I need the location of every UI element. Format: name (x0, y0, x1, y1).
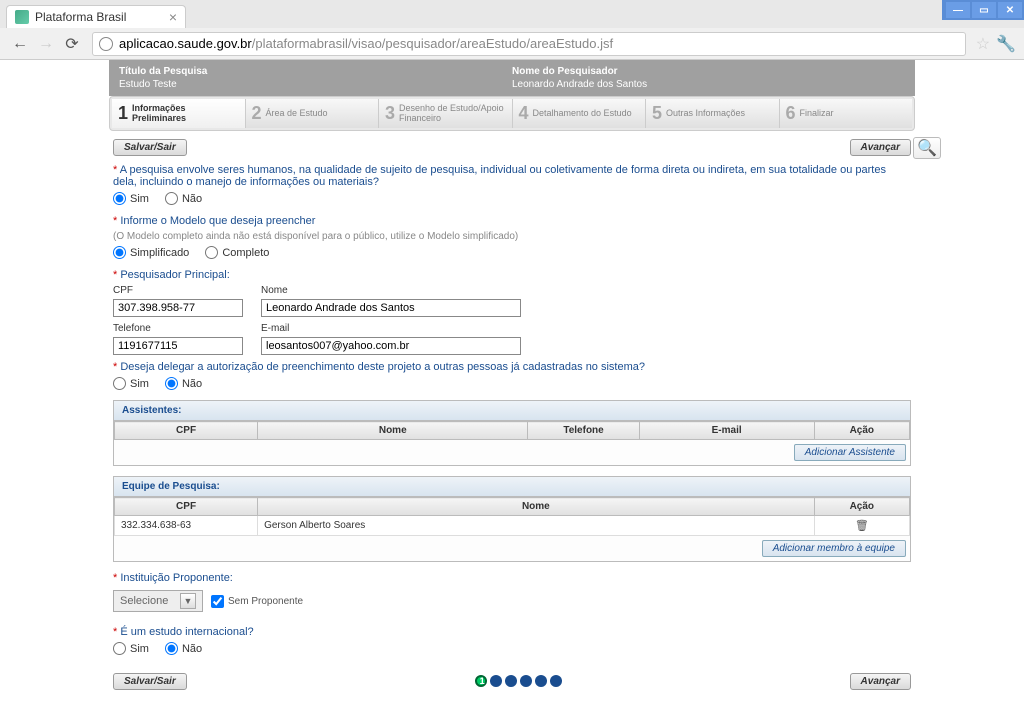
delete-icon[interactable]: 🗑 (855, 520, 869, 532)
chevron-down-icon: ▼ (180, 593, 196, 609)
research-header: Título da Pesquisa Estudo Teste Nome do … (109, 60, 915, 96)
forward-button[interactable]: → (34, 32, 58, 56)
add-assistente-button[interactable]: Adicionar Assistente (794, 444, 906, 461)
tab-bar: Plataforma Brasil × (0, 0, 1024, 28)
assistentes-title: Assistentes: (114, 401, 910, 421)
pager-dot-4[interactable] (520, 675, 532, 687)
col-tel: Telefone (528, 422, 639, 440)
favicon-icon (15, 10, 29, 24)
cpf-input[interactable] (113, 299, 243, 317)
nome-label: Nome (261, 285, 521, 296)
telefone-input[interactable] (113, 337, 243, 355)
titulo-label: Título da Pesquisa (119, 66, 512, 77)
back-button[interactable]: ← (8, 32, 32, 56)
q1-label: * A pesquisa envolve seres humanos, na q… (113, 164, 911, 188)
avancar-button-bottom[interactable]: Avançar (850, 673, 911, 690)
wizard-step-1[interactable]: 1Informações Preliminares (112, 99, 246, 128)
url-input[interactable]: aplicacao.saude.gov.br/plataformabrasil/… (92, 32, 966, 56)
wizard-steps: 1Informações Preliminares 2Área de Estud… (109, 96, 915, 131)
equipe-title: Equipe de Pesquisa: (114, 477, 910, 497)
pager-dot-1[interactable]: 1 (475, 675, 487, 687)
eq-col-acao: Ação (814, 498, 909, 516)
pager-dot-5[interactable] (535, 675, 547, 687)
eq-col-nome: Nome (258, 498, 815, 516)
pesquisador-principal-label: * Pesquisador Principal: (113, 269, 911, 281)
wizard-step-5[interactable]: 5Outras Informações (646, 99, 780, 128)
internacional-label: * É um estudo internacional? (113, 626, 911, 638)
col-email: E-mail (639, 422, 814, 440)
bookmark-icon[interactable]: ☆ (976, 34, 990, 54)
pager-dot-3[interactable] (505, 675, 517, 687)
avancar-button-top[interactable]: Avançar (850, 139, 911, 156)
wizard-step-3[interactable]: 3Desenho de Estudo/Apoio Financeiro (379, 99, 513, 128)
tab-title: Plataforma Brasil (35, 10, 126, 24)
eq-col-cpf: CPF (115, 498, 258, 516)
email-label: E-mail (261, 323, 521, 334)
tab-close-icon[interactable]: × (169, 9, 177, 25)
equipe-panel: Equipe de Pesquisa: CPF Nome Ação 332.33… (113, 476, 911, 562)
col-nome: Nome (258, 422, 528, 440)
address-bar: ← → ⟳ aplicacao.saude.gov.br/plataformab… (0, 28, 1024, 60)
nome-input[interactable] (261, 299, 521, 317)
instituicao-select[interactable]: Selecione▼ (113, 590, 203, 612)
pager-dot-6[interactable] (550, 675, 562, 687)
table-row: 332.334.638-63 Gerson Alberto Soares 🗑 (115, 516, 910, 536)
col-acao: Ação (814, 422, 909, 440)
delegar-nao-radio[interactable]: Não (165, 377, 202, 390)
assistentes-panel: Assistentes: CPF Nome Telefone E-mail Aç… (113, 400, 911, 466)
browser-tab[interactable]: Plataforma Brasil × (6, 5, 186, 28)
eq-cpf: 332.334.638-63 (115, 516, 258, 536)
maximize-button[interactable]: ▭ (972, 2, 996, 18)
q1-sim-radio[interactable]: Sim (113, 192, 149, 205)
sem-proponente-checkbox[interactable]: Sem Proponente (211, 595, 303, 608)
assistentes-table: CPF Nome Telefone E-mail Ação (114, 421, 910, 440)
delegar-label: * Deseja delegar a autorização de preenc… (113, 361, 911, 373)
wizard-step-2[interactable]: 2Área de Estudo (246, 99, 380, 128)
close-button[interactable]: ✕ (998, 2, 1022, 18)
settings-wrench-icon[interactable]: 🔧 (996, 34, 1016, 54)
step-pager: 1 (475, 675, 562, 687)
window-controls: — ▭ ✕ (942, 0, 1024, 20)
pager-dot-2[interactable] (490, 675, 502, 687)
titulo-value: Estudo Teste (119, 79, 512, 90)
delegar-sim-radio[interactable]: Sim (113, 377, 149, 390)
col-cpf: CPF (115, 422, 258, 440)
wizard-step-4[interactable]: 4Detalhamento do Estudo (513, 99, 647, 128)
q1-nao-radio[interactable]: Não (165, 192, 202, 205)
instituicao-label: * Instituição Proponente: (113, 572, 911, 584)
q2-completo-radio[interactable]: Completo (205, 246, 269, 259)
url-text: aplicacao.saude.gov.br/plataformabrasil/… (119, 36, 613, 51)
intl-nao-radio[interactable]: Não (165, 642, 202, 655)
wizard-step-6[interactable]: 6Finalizar (780, 99, 913, 128)
q2-simplificado-radio[interactable]: Simplificado (113, 246, 189, 259)
salvar-sair-button-top[interactable]: Salvar/Sair (113, 139, 187, 156)
equipe-table: CPF Nome Ação 332.334.638-63 Gerson Albe… (114, 497, 910, 536)
eq-nome: Gerson Alberto Soares (258, 516, 815, 536)
add-membro-button[interactable]: Adicionar membro à equipe (762, 540, 906, 557)
pesquisador-value: Leonardo Andrade dos Santos (512, 79, 905, 90)
salvar-sair-button-bottom[interactable]: Salvar/Sair (113, 673, 187, 690)
cpf-label: CPF (113, 285, 243, 296)
search-icon[interactable]: 🔍 (913, 137, 941, 159)
q2-hint: (O Modelo completo ainda não está dispon… (113, 231, 911, 242)
q2-label: * Informe o Modelo que deseja preencher (113, 215, 911, 227)
telefone-label: Telefone (113, 323, 243, 334)
email-input[interactable] (261, 337, 521, 355)
pesquisador-label: Nome do Pesquisador (512, 66, 905, 77)
minimize-button[interactable]: — (946, 2, 970, 18)
globe-icon (99, 37, 113, 51)
intl-sim-radio[interactable]: Sim (113, 642, 149, 655)
reload-button[interactable]: ⟳ (60, 32, 84, 56)
